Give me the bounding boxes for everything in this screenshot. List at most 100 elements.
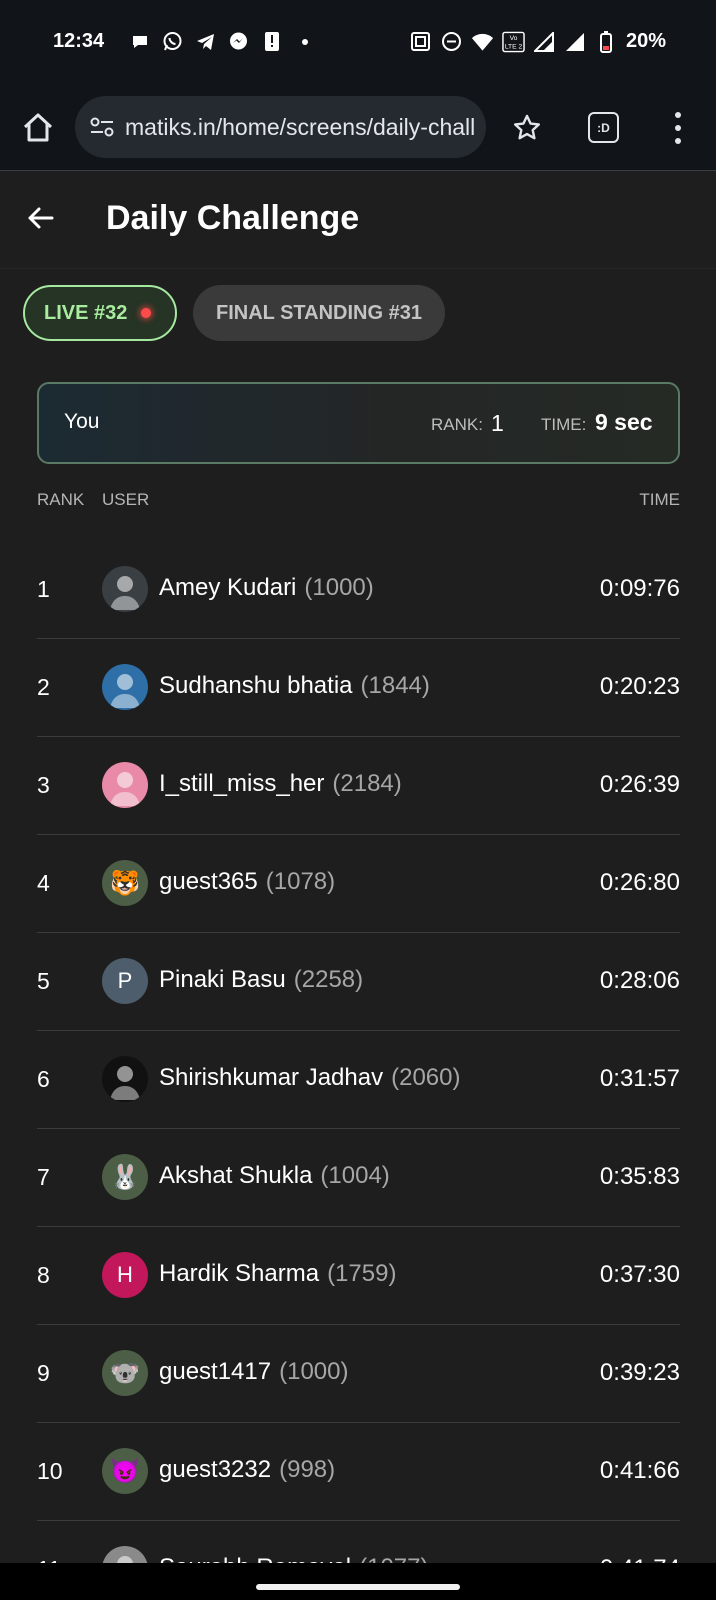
svg-text:Vo: Vo: [510, 35, 518, 42]
signal-icon: [564, 30, 587, 53]
table-row[interactable]: 10 😈 guest3232 (998) 0:41:66: [37, 1423, 680, 1521]
svg-text:LTE 2: LTE 2: [505, 43, 523, 50]
dot-icon: [293, 30, 316, 53]
gesture-handle[interactable]: [256, 1584, 460, 1590]
row-rating: (998): [279, 1456, 336, 1483]
row-username[interactable]: guest365: [159, 868, 258, 895]
row-username[interactable]: I_still_miss_her: [159, 770, 324, 797]
row-rating: (1000): [304, 574, 374, 601]
table-row[interactable]: 4 🐯 guest365 (1078) 0:26:80: [37, 835, 680, 933]
column-header-user: USER: [102, 490, 150, 509]
column-header-time: TIME: [639, 490, 680, 509]
row-rating: (1759): [327, 1260, 397, 1287]
table-row[interactable]: 7 🐰 Akshat Shukla (1004) 0:35:83: [37, 1129, 680, 1227]
site-settings-icon[interactable]: [89, 115, 115, 139]
row-username[interactable]: Shirishkumar Jadhav: [159, 1064, 383, 1091]
row-username[interactable]: Pinaki Basu: [159, 966, 286, 993]
row-user[interactable]: Pinaki Basu (2258): [159, 966, 363, 994]
row-rank: 9: [37, 1360, 50, 1386]
you-label: You: [64, 410, 100, 433]
row-rank: 1: [37, 576, 50, 602]
rank-value: 1: [491, 410, 504, 436]
row-username[interactable]: guest3232: [159, 1456, 271, 1483]
table-row[interactable]: 11 Saurabh Ramavel (1077) 0:41:74: [37, 1521, 680, 1563]
row-rating: (1077): [359, 1554, 428, 1563]
row-username[interactable]: Amey Kudari: [159, 574, 296, 601]
row-time: 0:26:39: [599, 771, 680, 798]
row-username[interactable]: Akshat Shukla: [159, 1162, 312, 1189]
row-rank: 2: [37, 674, 50, 700]
row-rank: 6: [37, 1066, 50, 1092]
more-menu-icon[interactable]: [665, 108, 691, 148]
tiger-avatar-icon[interactable]: 🐯: [102, 860, 148, 906]
row-rating: (1844): [360, 672, 430, 699]
koala-avatar-icon[interactable]: 🐨: [102, 1350, 148, 1396]
row-rank: 5: [37, 968, 50, 994]
row-rank: 7: [37, 1164, 50, 1190]
table-row[interactable]: 8 H Hardik Sharma (1759) 0:37:30: [37, 1227, 680, 1325]
table-row[interactable]: 2 Sudhanshu bhatia (1844) 0:20:23: [37, 639, 680, 737]
user-avatar[interactable]: [102, 664, 148, 710]
address-bar[interactable]: matiks.in/home/screens/daily-challenge: [75, 96, 486, 158]
row-rating: (2184): [332, 770, 402, 797]
row-user[interactable]: Hardik Sharma (1759): [159, 1260, 396, 1288]
table-row[interactable]: 5 P Pinaki Basu (2258) 0:28:06: [37, 933, 680, 1031]
table-row[interactable]: 3 I_still_miss_her (2184) 0:26:39: [37, 737, 680, 835]
row-user[interactable]: Saurabh Ramavel (1077): [159, 1554, 428, 1563]
home-icon[interactable]: [20, 110, 56, 146]
letter-avatar[interactable]: P: [102, 958, 148, 1004]
row-user[interactable]: Amey Kudari (1000): [159, 574, 374, 602]
row-user[interactable]: guest1417 (1000): [159, 1358, 348, 1386]
tab-live[interactable]: LIVE #32: [23, 285, 177, 341]
row-user[interactable]: guest3232 (998): [159, 1456, 335, 1484]
row-time: 0:26:80: [599, 869, 680, 896]
bookmark-star-icon[interactable]: [509, 110, 545, 146]
system-navigation-bar: [0, 1563, 716, 1600]
row-user[interactable]: I_still_miss_her (2184): [159, 770, 402, 798]
url-text[interactable]: matiks.in/home/screens/daily-challenge: [125, 114, 475, 141]
row-time: 0:35:83: [599, 1163, 680, 1190]
tab-switcher-button[interactable]: :D: [588, 112, 619, 143]
row-rating: (1004): [320, 1162, 390, 1189]
demon-avatar-icon[interactable]: 😈: [102, 1448, 148, 1494]
row-user[interactable]: guest365 (1078): [159, 868, 335, 896]
leaderboard-list[interactable]: 1 Amey Kudari (1000) 0:09:76 2 Sudhanshu bhat…: [37, 541, 680, 1563]
row-rank: 10: [37, 1458, 63, 1484]
row-username[interactable]: Saurabh Ramavel: [159, 1554, 351, 1563]
user-avatar[interactable]: [102, 1056, 148, 1102]
table-row[interactable]: 1 Amey Kudari (1000) 0:09:76: [37, 541, 680, 639]
dnd-icon: [440, 30, 463, 53]
row-user[interactable]: Shirishkumar Jadhav (2060): [159, 1064, 460, 1092]
volte-icon: Vo LTE 2: [502, 30, 525, 53]
row-username[interactable]: guest1417: [159, 1358, 271, 1385]
row-user[interactable]: Akshat Shukla (1004): [159, 1162, 390, 1190]
row-rating: (2258): [293, 966, 364, 993]
status-time: 12:34: [53, 30, 105, 52]
table-row[interactable]: 6 Shirishkumar Jadhav (2060) 0:31:57: [37, 1031, 680, 1129]
back-arrow-icon[interactable]: [24, 201, 58, 235]
user-avatar[interactable]: [102, 762, 148, 808]
row-username[interactable]: Sudhanshu bhatia: [159, 672, 353, 699]
system-icons: Vo LTE 2 20%: [409, 30, 666, 53]
signal-icon: [533, 30, 556, 53]
tab-final-standing-label: FINAL STANDING #31: [216, 301, 422, 324]
table-row[interactable]: 9 🐨 guest1417 (1000) 0:39:23: [37, 1325, 680, 1423]
row-rating: (1078): [265, 868, 336, 895]
user-avatar[interactable]: [102, 566, 148, 612]
row-time: 0:41:74: [600, 1555, 680, 1563]
time-caption: TIME:: [541, 415, 587, 434]
row-user[interactable]: Sudhanshu bhatia (1844): [159, 672, 430, 700]
letter-avatar[interactable]: H: [102, 1252, 148, 1298]
row-username[interactable]: Hardik Sharma: [159, 1260, 319, 1287]
user-avatar[interactable]: [102, 1546, 148, 1563]
battery-icon: [595, 30, 618, 53]
row-rank: 3: [37, 772, 50, 798]
row-time: 0:39:23: [599, 1359, 680, 1386]
rabbit-avatar-icon[interactable]: 🐰: [102, 1154, 148, 1200]
rank-caption: RANK:: [431, 415, 483, 434]
row-time: 0:31:57: [599, 1065, 680, 1092]
tab-final-standing[interactable]: FINAL STANDING #31: [193, 285, 445, 341]
chat-icon: [128, 30, 151, 53]
row-rating: (1000): [279, 1358, 349, 1385]
page-title: Daily Challenge: [106, 199, 360, 237]
